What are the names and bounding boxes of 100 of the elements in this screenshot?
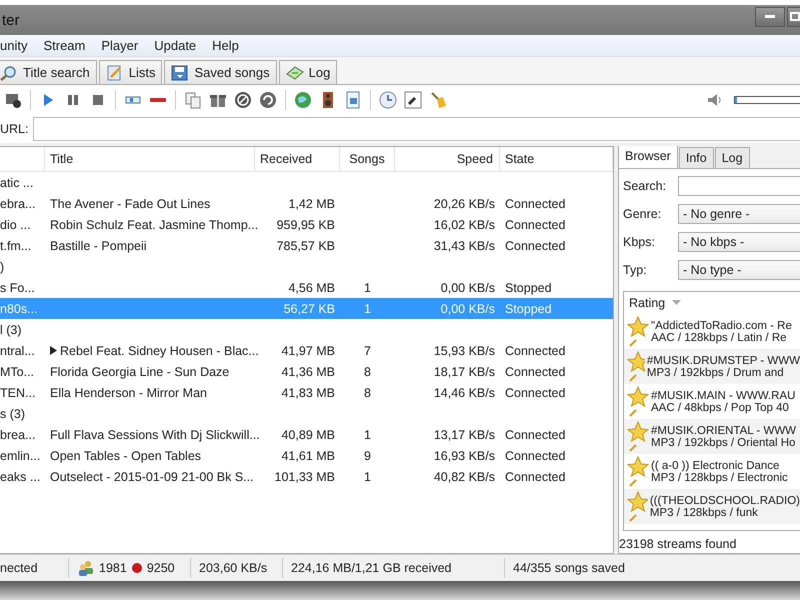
tab[interactable]: Info [678, 147, 714, 168]
table-cell-text: 15,93 KB/s [432, 344, 496, 358]
group-name: ) [0, 260, 4, 274]
group-name: l (3) [0, 322, 22, 336]
minimize-icon [765, 15, 775, 19]
table-cell: 1 [364, 428, 371, 442]
recordings-count: 9250 [146, 561, 175, 575]
table-cell-text: 959,95 KB [276, 218, 336, 232]
star-pencil-icon [627, 490, 648, 522]
table-cell-text: 4,56 MB [287, 280, 336, 294]
tab[interactable]: Title search [0, 60, 97, 84]
minimize-button[interactable] [755, 7, 785, 27]
table-cell: Outselect - 2015-01-09 21-00 Bk S... [50, 470, 254, 484]
sort-column-header[interactable]: Rating [629, 296, 666, 310]
table-cell: Bastille - Pompeii [50, 238, 147, 252]
stream-name[interactable]: (((THEOLDSCHOOL.RADIO) [650, 494, 800, 506]
window-title: ter [1, 12, 20, 28]
stream-details: AAC / 48kbps / Pop Top 40 [651, 402, 790, 414]
filter-label: Genre: [623, 207, 662, 221]
speed-status: 203,60 KB/s [198, 561, 268, 575]
group-name: atic ... [0, 176, 34, 190]
url-label: URL: [0, 122, 28, 136]
stream-details: AAC / 128kbps / Latin / Re [651, 332, 788, 344]
stream-name[interactable]: #MUSIK.DRUMSTEP - WWW [646, 354, 800, 366]
menu-item[interactable]: Player [93, 38, 146, 53]
column-header[interactable]: Speed [395, 147, 500, 171]
table-cell-text: TEN... [0, 386, 36, 400]
streams-found-count: 23198 streams found [619, 537, 738, 553]
stream-name[interactable]: "AddictedToRadio.com - Re [651, 320, 792, 332]
users-icon [77, 560, 95, 576]
table-cell-text: 18,17 KB/s [432, 364, 496, 378]
filter-dropdown[interactable]: - No type - [678, 260, 800, 280]
table-cell-text: s Fo... [0, 280, 36, 294]
filter-label: Kbps: [623, 235, 656, 249]
table-cell: 1 [364, 302, 371, 316]
notepad-icon [106, 64, 124, 80]
table-cell-text: Connected [504, 386, 566, 400]
table-cell: 7 [364, 344, 371, 358]
table-cell-text: 31,43 KB/s [432, 238, 496, 252]
tab[interactable]: Browser [618, 146, 678, 168]
stream-details: MP3 / 128kbps / Electronic [651, 472, 788, 484]
url-field[interactable] [33, 117, 800, 141]
table-cell-text: ntral... [0, 344, 36, 358]
table-cell-text: eaks ... [0, 470, 42, 484]
table-cell-text: Stopped [504, 302, 553, 316]
menu-item[interactable]: Stream [35, 38, 94, 53]
table-cell: Robin Schulz Feat. Jasmine Thomp... [50, 218, 258, 232]
table-cell: 1 [364, 470, 371, 484]
tab[interactable]: Saved songs [164, 60, 277, 84]
table-cell: 8 [364, 386, 371, 400]
maximize-button[interactable] [787, 7, 800, 27]
reload-icon[interactable] [257, 89, 279, 111]
column-header[interactable]: Title [45, 147, 255, 171]
tab[interactable]: Lists [98, 60, 162, 84]
column-header[interactable]: Received [255, 147, 340, 171]
filter-dropdown[interactable]: - No kbps - [678, 232, 800, 252]
column-header[interactable]: State [500, 147, 613, 171]
received-status: 224,16 MB/1,21 GB received [290, 561, 453, 575]
stream-name[interactable]: (( a-0 )) Electronic Dance [651, 460, 788, 472]
filter-dropdown[interactable]: - No genre - [678, 204, 800, 224]
table-cell-text: 0,00 KB/s [440, 302, 496, 316]
table-cell-text: dio ... [0, 218, 32, 232]
table-cell: 1 [364, 280, 371, 294]
search-label: Search: [623, 179, 668, 193]
connection-status: nected [0, 561, 39, 575]
table-cell: 9 [364, 448, 371, 462]
table-cell: Rebel Feat. Sidney Housen - Blac... [60, 344, 259, 358]
stream-details: MP3 / 192kbps / Oriental Ho [651, 436, 796, 448]
star-pencil-icon [627, 316, 649, 348]
menu-item[interactable]: Help [204, 38, 247, 53]
table-cell-text: 0,00 KB/s [440, 280, 496, 294]
table-cell-text: 101,33 MB [274, 470, 336, 484]
tab[interactable]: Log [278, 60, 338, 84]
table-cell-text: 16,93 KB/s [432, 448, 496, 462]
table-cell-text: ebra... [0, 196, 36, 210]
search-field[interactable] [678, 176, 800, 196]
maximize-icon [790, 12, 800, 22]
block-icon[interactable] [232, 89, 254, 111]
menu-item[interactable]: unity [0, 38, 36, 53]
table-cell: Florida Georgia Line - Sun Daze [50, 364, 230, 378]
note-icon [286, 64, 304, 80]
table-cell-text: Stopped [504, 280, 553, 294]
star-pencil-icon [627, 420, 649, 452]
table-cell-text: brea... [0, 428, 36, 442]
saved-status: 44/355 songs saved [512, 561, 626, 575]
tab[interactable]: Log [714, 147, 750, 168]
column-header[interactable]: Songs [340, 147, 395, 171]
table-cell-text: MTo... [0, 364, 36, 378]
table-cell-text: Connected [504, 428, 566, 442]
star-pencil-icon [627, 350, 645, 382]
stream-name[interactable]: #MUSIK.ORIENTAL - WWW [651, 424, 796, 436]
table-cell-text: 14,46 KB/s [432, 386, 496, 400]
menu-item[interactable]: Update [146, 38, 204, 53]
star-pencil-icon [627, 456, 649, 488]
table-cell-text: 1,42 MB [287, 196, 336, 210]
table-cell-text: Connected [504, 448, 566, 462]
table-cell-text: t.fm... [0, 238, 32, 252]
stream-details: MP3 / 192kbps / Drum and [646, 366, 785, 378]
stream-name[interactable]: #MUSIK.MAIN - WWW.RAU [651, 390, 796, 402]
table-cell-text: 13,17 KB/s [432, 428, 496, 442]
